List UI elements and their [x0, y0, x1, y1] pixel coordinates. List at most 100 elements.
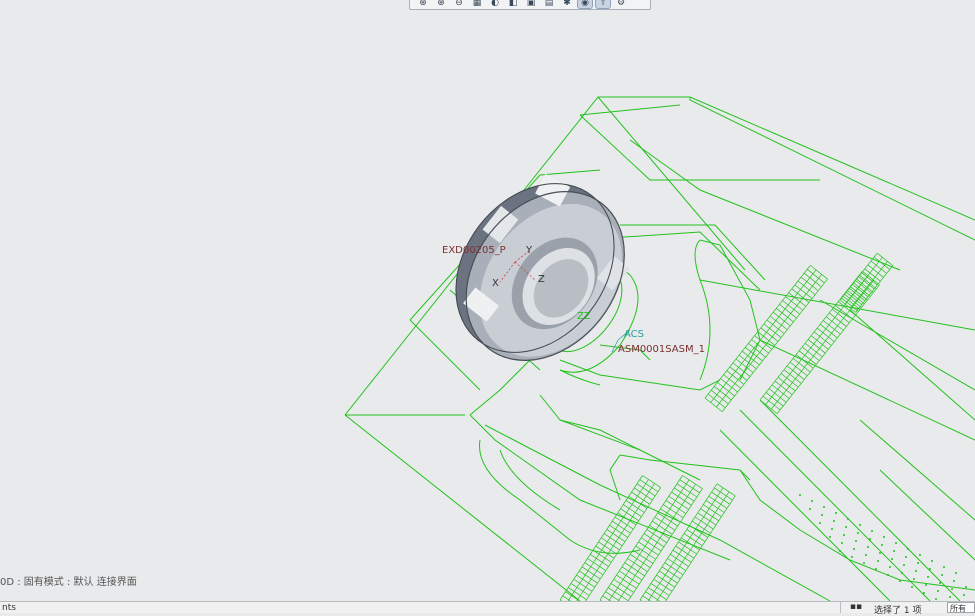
mesh-line	[636, 483, 656, 497]
mesh-dot	[955, 572, 957, 574]
mesh-dot	[949, 596, 951, 598]
mesh-dot	[907, 548, 909, 550]
mesh-line	[634, 487, 653, 501]
mesh-dot	[881, 544, 883, 546]
mesh-line	[801, 346, 820, 361]
mesh-line	[765, 392, 784, 407]
mesh-line	[681, 537, 700, 551]
mesh-line	[789, 361, 808, 377]
mesh-line	[741, 350, 760, 366]
part-csys-label: EXD00205_P	[442, 245, 506, 256]
mesh-line	[786, 365, 805, 380]
mesh-line	[714, 487, 733, 501]
mesh-line	[771, 384, 790, 399]
mesh-line	[800, 276, 819, 292]
mesh-line	[779, 304, 797, 319]
graphics-viewport[interactable]: ⊕ ⊕ ⊖ ▦ ◐ ◧ ▣ ▤ ✱ ◉ ↑ ⚙ EXD00205_P Y X Z…	[0, 0, 975, 601]
mesh-line	[610, 583, 632, 597]
csys-z-label: Z	[538, 274, 545, 285]
mesh-line	[635, 545, 656, 560]
mesh-line	[674, 487, 695, 502]
mesh-dot	[941, 574, 943, 576]
mesh-line	[760, 327, 779, 342]
mesh-dot	[963, 594, 965, 596]
mesh-line	[653, 578, 673, 592]
model-3d-scene[interactable]	[0, 0, 975, 601]
mesh-line	[679, 479, 700, 494]
mesh-line	[606, 529, 626, 542]
mesh-dot	[883, 536, 885, 538]
mesh-line	[590, 554, 609, 567]
csys-y-label: Y	[526, 245, 533, 256]
mesh-line	[678, 541, 697, 555]
mesh-dot	[935, 598, 937, 600]
mesh-line	[759, 399, 778, 414]
selection-icon[interactable]: ▪▪	[840, 602, 871, 613]
status-message: nts	[2, 603, 16, 613]
selection-filter-dropdown[interactable]: 所有	[947, 602, 975, 613]
mesh-dot	[923, 592, 925, 594]
mesh-line	[686, 529, 706, 542]
mesh-line	[659, 570, 678, 584]
mesh-dot	[931, 560, 933, 562]
mesh-dot	[913, 578, 915, 580]
mesh-line	[682, 475, 703, 489]
mesh-dot	[821, 514, 823, 516]
mesh-dot	[937, 590, 939, 592]
mesh-line	[619, 570, 640, 585]
mesh-line	[587, 558, 606, 571]
mesh-line	[664, 562, 684, 576]
mesh-line	[656, 574, 675, 588]
mesh-line	[703, 504, 722, 517]
mesh-line	[700, 508, 719, 522]
assembly-name-label: ASM0001SASM_1	[618, 344, 705, 355]
mesh-line	[694, 516, 714, 530]
mesh-line	[579, 570, 598, 584]
mesh-line	[689, 525, 708, 538]
mesh-line	[675, 545, 695, 559]
mesh-line	[576, 574, 595, 588]
mesh-line	[667, 558, 686, 571]
mesh-line	[620, 508, 639, 522]
mesh-line	[762, 395, 781, 411]
mesh-dot	[833, 520, 835, 522]
mesh-line	[570, 583, 590, 596]
mesh-line	[810, 335, 829, 350]
mesh-line	[797, 280, 816, 295]
mesh-line	[648, 587, 667, 600]
mesh-line	[708, 495, 728, 509]
mesh-dot	[809, 508, 811, 510]
z-marker-label: ZZ	[577, 311, 591, 322]
mesh-dot	[953, 580, 955, 582]
mesh-dot	[853, 548, 855, 550]
mesh-dot	[919, 554, 921, 556]
mesh-dot	[875, 568, 877, 570]
mesh-line	[665, 500, 687, 514]
mesh-line	[642, 475, 661, 488]
mesh-line	[628, 495, 648, 509]
mesh-dot	[925, 584, 927, 586]
mesh-edge	[576, 483, 655, 601]
mesh-edge	[665, 495, 736, 601]
mesh-line	[804, 342, 823, 358]
mesh-dot	[811, 500, 813, 502]
mesh-dot	[911, 586, 913, 588]
mesh-line	[668, 495, 689, 510]
mesh-line	[856, 278, 874, 293]
mesh-line	[777, 377, 796, 392]
mesh-line	[772, 311, 791, 327]
mesh-line	[813, 331, 832, 346]
mesh-dot	[871, 530, 873, 532]
mesh-line	[608, 587, 629, 601]
mesh-dot	[799, 494, 801, 496]
mesh-dot	[965, 586, 967, 588]
mesh-line	[617, 512, 637, 526]
mesh-line	[754, 335, 772, 350]
mesh-dot	[887, 574, 889, 576]
mesh-line	[766, 319, 785, 334]
mesh-line	[616, 574, 637, 589]
mesh-line	[870, 260, 887, 274]
mesh-line	[641, 537, 662, 552]
mesh-line	[609, 525, 628, 538]
mesh-dot	[901, 572, 903, 574]
